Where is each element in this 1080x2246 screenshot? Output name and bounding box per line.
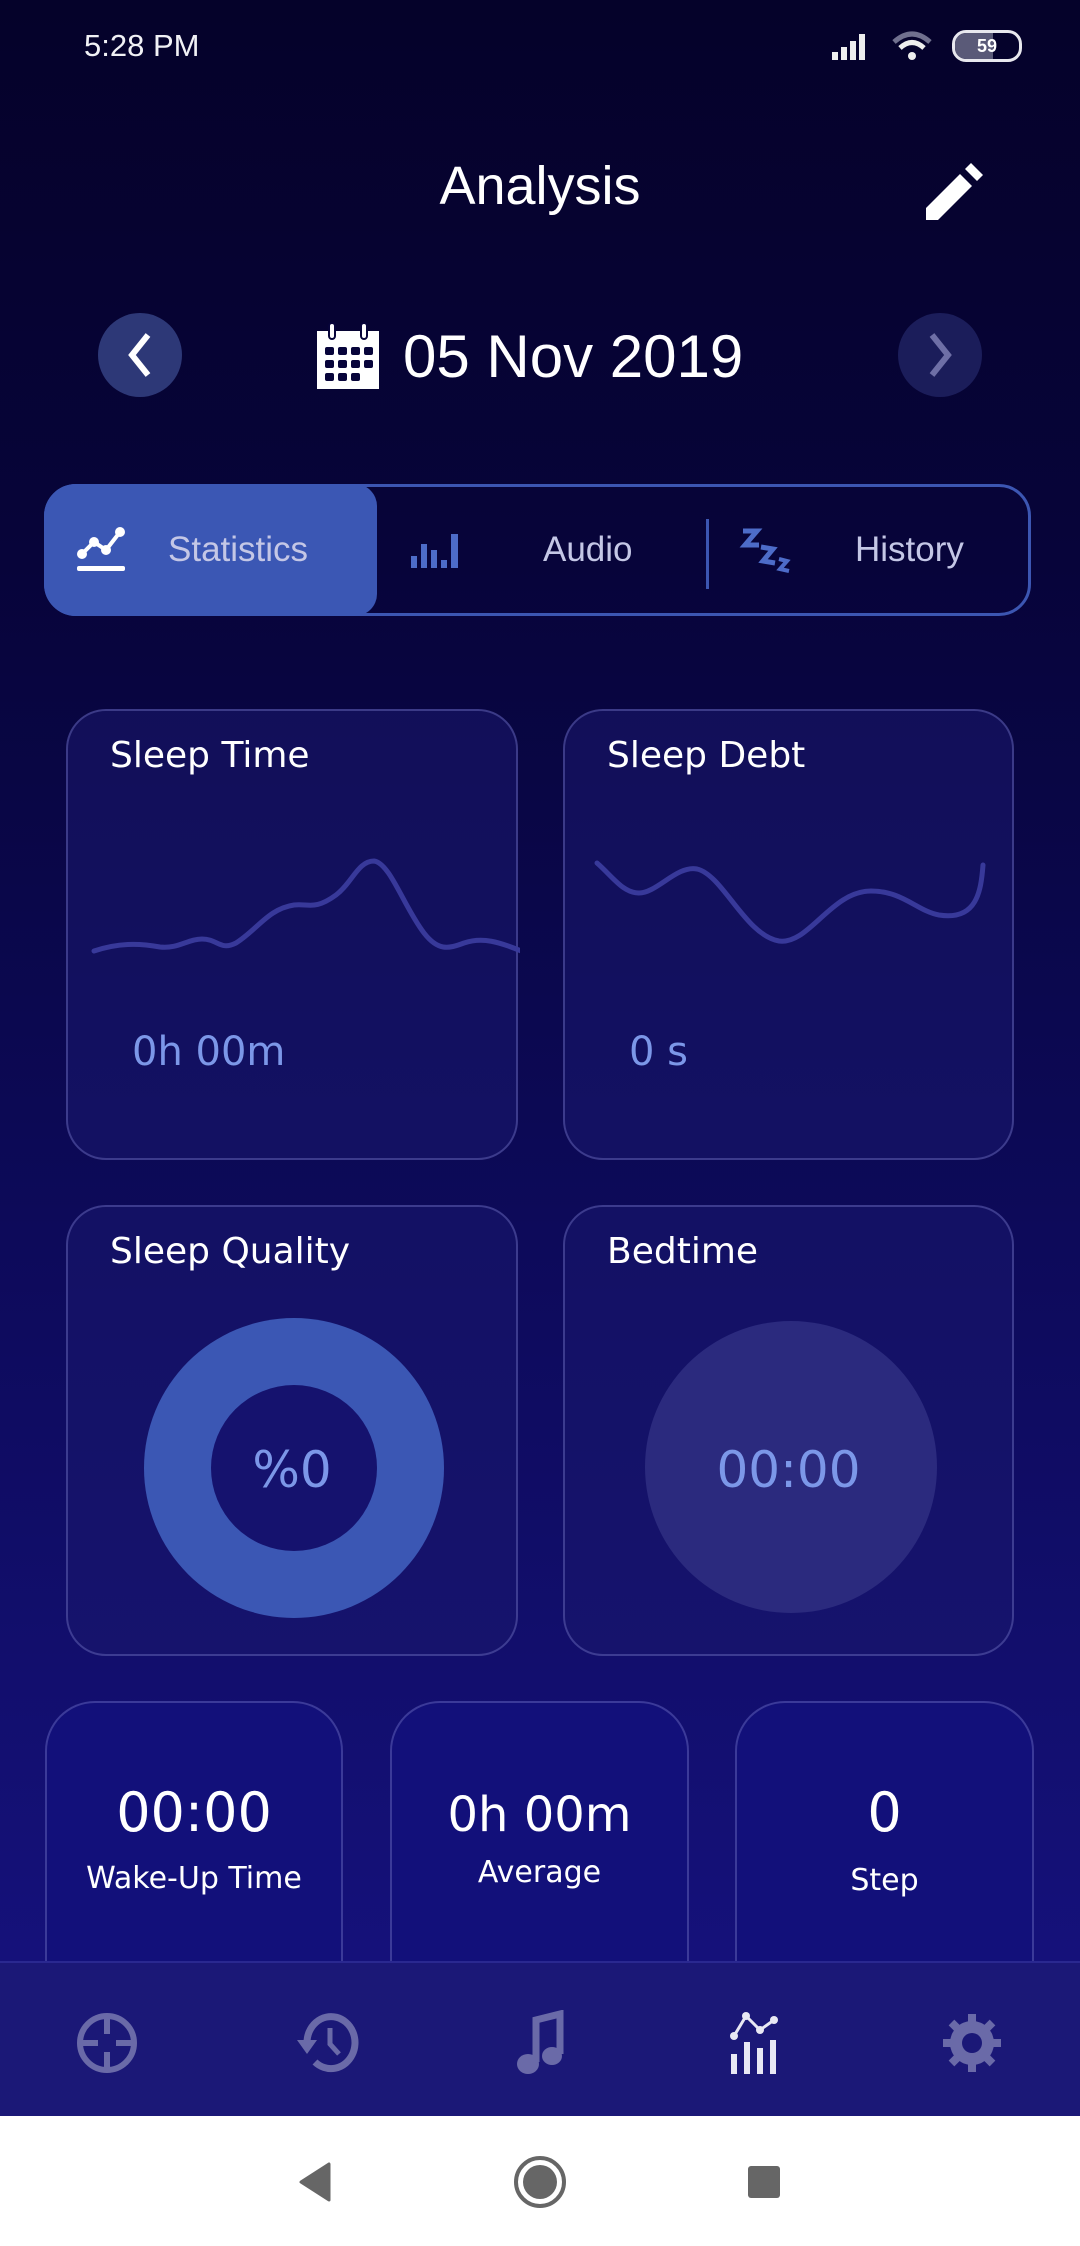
status-icons: 59: [830, 30, 1022, 62]
chevron-left-icon: [128, 333, 151, 377]
system-recents-button[interactable]: [734, 2152, 794, 2212]
bottom-navigation: [0, 1961, 1080, 2116]
system-back-button[interactable]: [285, 2152, 345, 2212]
recents-square-icon: [748, 2166, 780, 2198]
date-display[interactable]: 05 Nov 2019: [315, 318, 743, 394]
nav-music[interactable]: [500, 2003, 580, 2083]
tab-statistics[interactable]: Statistics: [44, 484, 377, 616]
analytics-icon: [730, 2012, 778, 2074]
wifi-icon: [892, 31, 932, 60]
tab-divider: [706, 519, 709, 589]
nav-history[interactable]: [285, 2003, 365, 2083]
bedtime-value: 00:00: [716, 1441, 861, 1499]
pencil-icon: [926, 163, 983, 220]
view-tabs: Statistics Audio History: [44, 484, 1031, 616]
summary-label: Wake-Up Time: [86, 1861, 302, 1896]
sleep-quality-card[interactable]: Sleep Quality %0: [66, 1205, 518, 1656]
bedtime-card[interactable]: Bedtime 00:00: [563, 1205, 1014, 1656]
current-date: 05 Nov 2019: [403, 322, 744, 390]
zzz-icon: [739, 528, 791, 573]
tab-label: Audio: [543, 530, 633, 569]
gear-icon: [943, 2014, 1001, 2072]
sleep-debt-card[interactable]: Sleep Debt 0 s: [563, 709, 1014, 1160]
home-circle-icon: [514, 2156, 566, 2208]
battery-indicator: 59: [952, 30, 1022, 62]
system-navigation-bar: [0, 2116, 1080, 2246]
summary-label: Step: [850, 1863, 919, 1898]
summary-value: 00:00: [116, 1781, 272, 1844]
tab-audio[interactable]: Audio: [409, 487, 633, 613]
edit-button[interactable]: [918, 158, 988, 228]
nav-analysis[interactable]: [717, 2003, 797, 2083]
tab-label: History: [855, 530, 964, 569]
tab-history[interactable]: History: [739, 487, 964, 613]
sleep-quality-value: %0: [252, 1441, 332, 1499]
summary-label: Average: [477, 1855, 602, 1890]
battery-level: 59: [976, 35, 998, 56]
sleep-quality-donut: [144, 1318, 444, 1618]
sleep-debt-value: 0 s: [629, 1029, 689, 1075]
signal-icon: [832, 34, 865, 60]
sleep-time-card[interactable]: Sleep Time 0h 00m: [66, 709, 520, 1160]
history-icon: [297, 2013, 359, 2073]
back-triangle-icon: [299, 2162, 331, 2202]
tab-label: Statistics: [168, 530, 309, 569]
chevron-right-icon: [929, 333, 952, 377]
sleep-debt-wave: [594, 860, 986, 944]
nav-sleep[interactable]: [67, 2003, 147, 2083]
next-date-button[interactable]: [898, 313, 982, 397]
bar-chart-icon: [411, 534, 458, 568]
target-icon: [77, 2013, 137, 2073]
previous-date-button[interactable]: [98, 313, 182, 397]
sleep-time-value: 0h 00m: [132, 1029, 286, 1075]
line-chart-icon: [77, 527, 125, 571]
summary-value: 0h 00m: [447, 1787, 632, 1843]
sleep-time-wave: [91, 858, 520, 954]
calendar-icon: [317, 322, 379, 389]
summary-value: 0: [867, 1781, 902, 1844]
status-time: 5:28 PM: [84, 28, 200, 63]
card-title: Bedtime: [607, 1231, 759, 1272]
system-home-button[interactable]: [510, 2152, 570, 2212]
nav-settings[interactable]: [932, 2003, 1012, 2083]
music-note-icon: [517, 2010, 564, 2074]
